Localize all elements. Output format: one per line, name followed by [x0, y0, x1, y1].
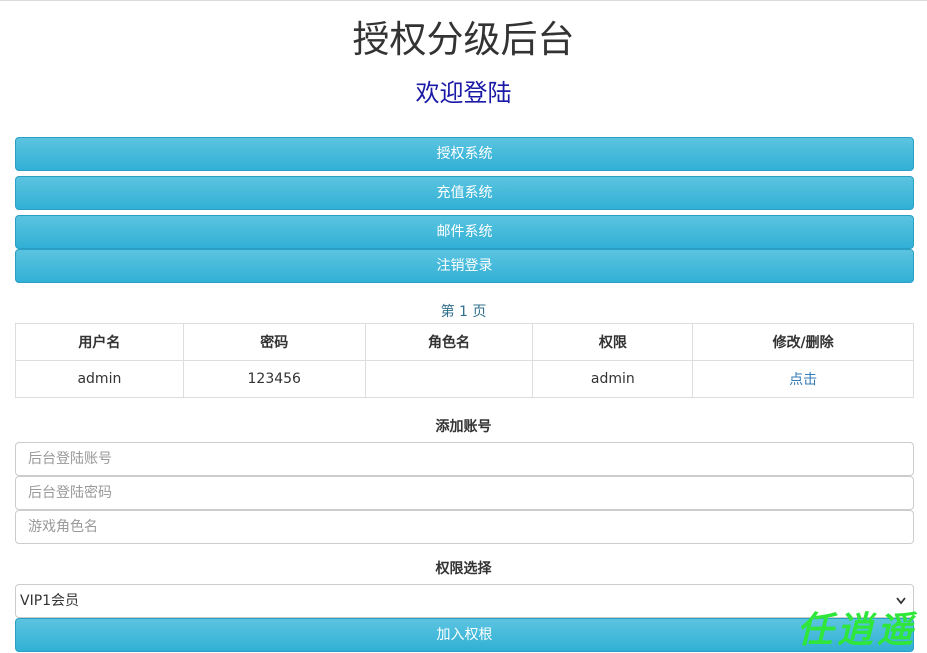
permission-select[interactable]: VIP1会员: [15, 584, 914, 618]
permission-select-value: VIP1会员: [20, 593, 80, 609]
column-header-password: 密码: [182, 323, 366, 361]
cell-action: 点击: [692, 360, 914, 398]
permission-select-label: 权限选择: [435, 561, 492, 577]
cell-permission: admin: [532, 360, 694, 398]
table-header-row: 用户名 密码 角色名 权限 修改/删除: [15, 323, 914, 361]
page: 授权分级后台 欢迎登陆 授权系统 充值系统 邮件系统 注销登录 第 1 页 用户…: [0, 0, 927, 653]
watermark-logo: 任逍遥: [796, 609, 917, 651]
column-header-username: 用户名: [15, 323, 184, 361]
table-row: admin 123456 admin 点击: [15, 360, 914, 398]
column-header-role: 角色名: [364, 323, 534, 361]
auth-system-button[interactable]: 授权系统: [15, 137, 914, 171]
page-title: 授权分级后台: [352, 18, 575, 61]
account-input[interactable]: [15, 442, 914, 476]
add-account-label: 添加账号: [435, 419, 492, 435]
role-name-input[interactable]: [15, 510, 914, 544]
column-header-permission: 权限: [532, 323, 694, 361]
add-permission-button[interactable]: 加入权根: [15, 618, 914, 652]
accounts-table: 用户名 密码 角色名 权限 修改/删除 admin 123456 admin 点…: [15, 323, 914, 398]
recharge-system-button[interactable]: 充值系统: [15, 176, 914, 210]
page-subtitle: 欢迎登陆: [415, 79, 512, 107]
password-input[interactable]: [15, 476, 914, 510]
logout-button[interactable]: 注销登录: [15, 249, 914, 283]
cell-role: [364, 360, 534, 398]
page-indicator: 第 1 页: [440, 304, 487, 320]
cell-username: admin: [15, 360, 184, 398]
cell-password: 123456: [182, 360, 366, 398]
column-header-actions: 修改/删除: [692, 323, 914, 361]
mail-system-button[interactable]: 邮件系统: [15, 215, 914, 249]
edit-delete-link[interactable]: 点击: [789, 372, 817, 388]
